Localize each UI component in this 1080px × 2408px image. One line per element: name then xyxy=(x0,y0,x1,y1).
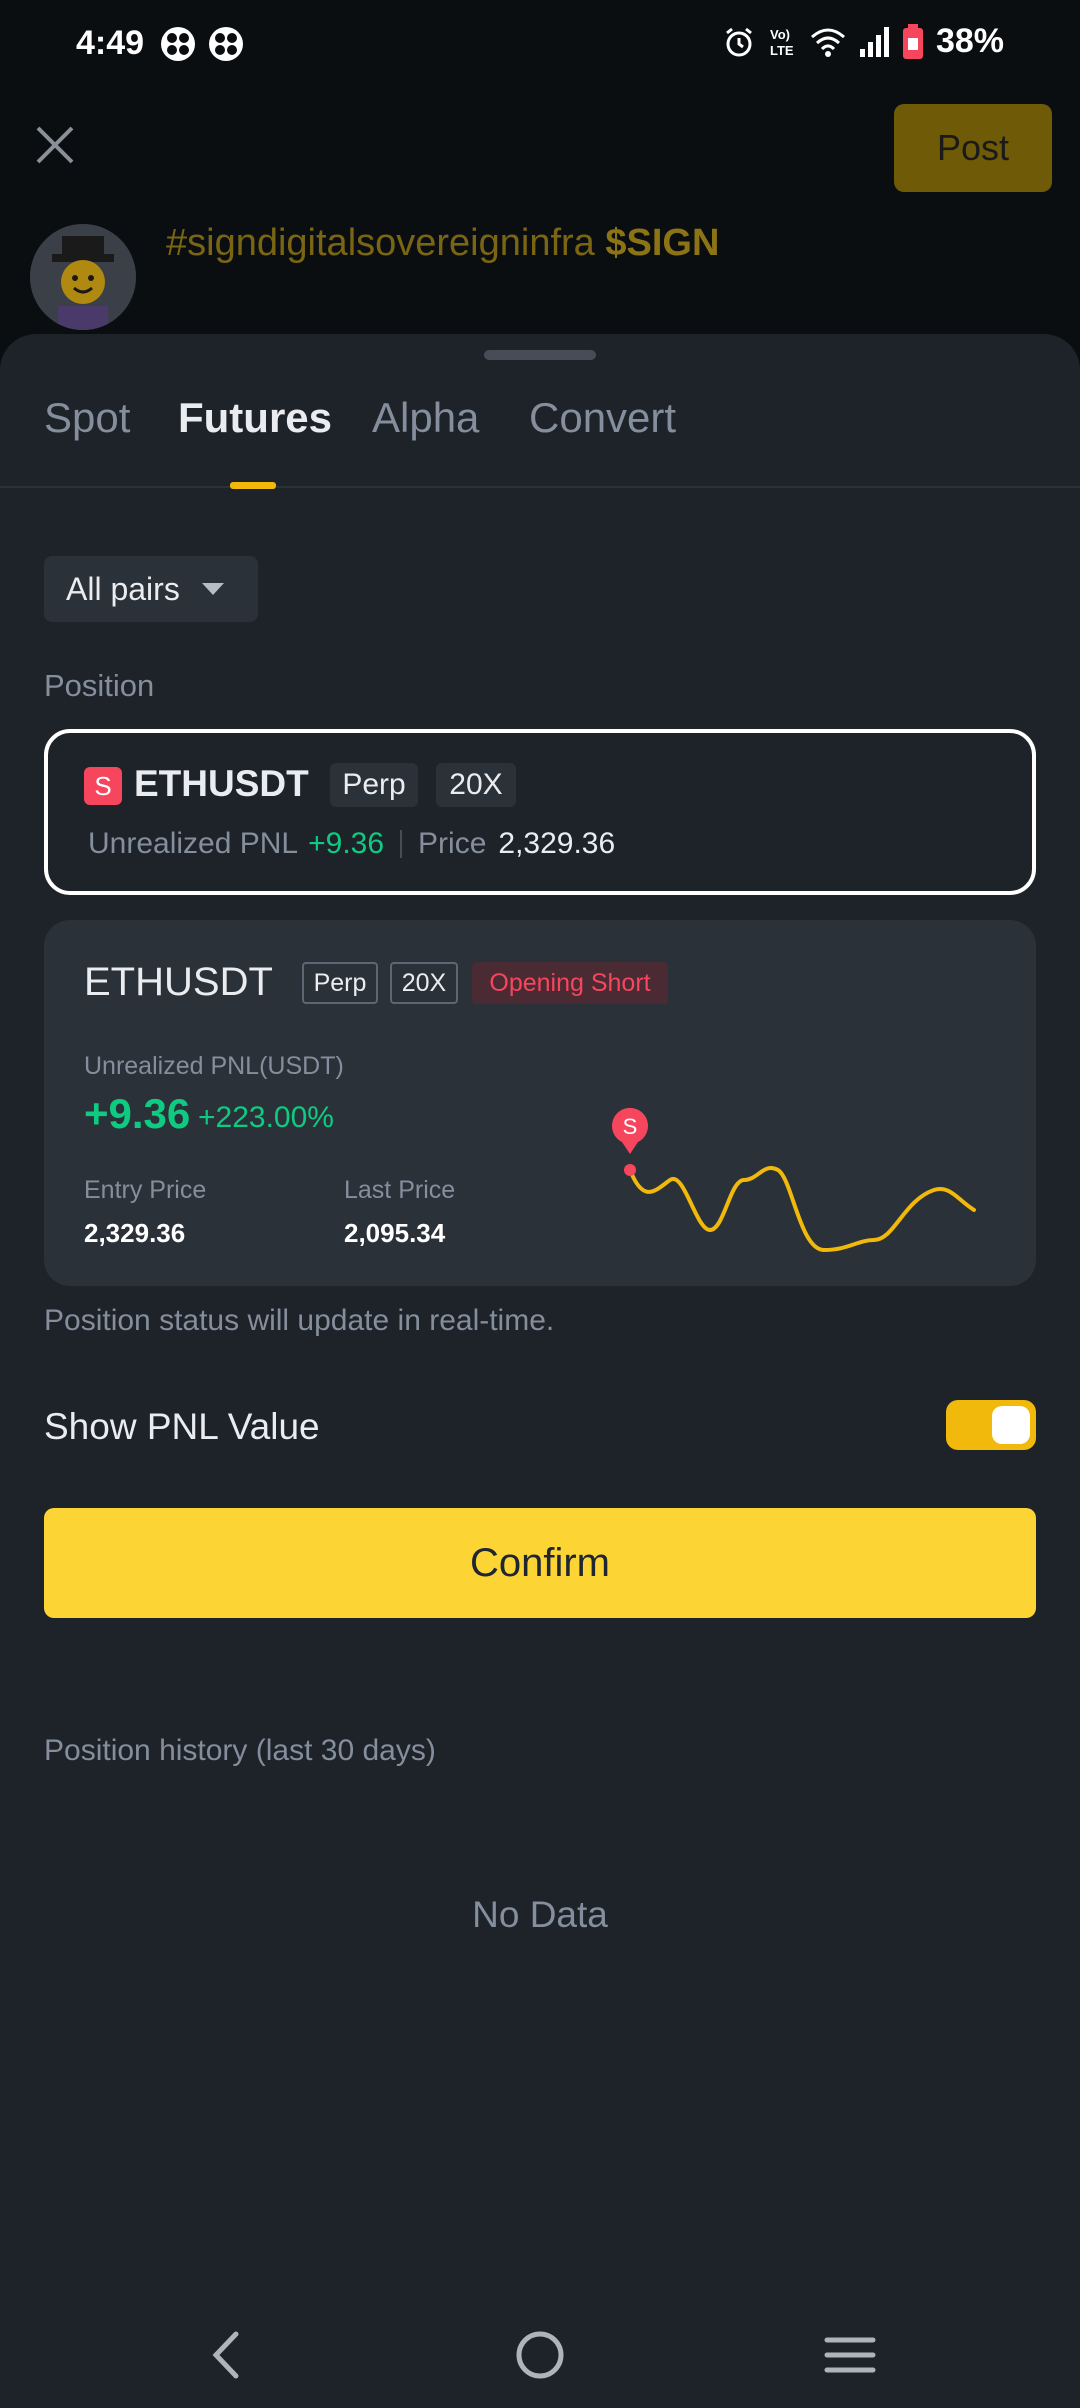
sheet-drag-handle[interactable] xyxy=(484,350,596,360)
position-summary-line: Unrealized PNL +9.36 Price 2,329.36 xyxy=(88,827,615,861)
market-tabs: Spot Futures Alpha Convert xyxy=(0,394,1080,489)
divider xyxy=(400,830,403,858)
signal-icon xyxy=(859,26,889,57)
price-label: Price xyxy=(418,827,487,860)
show-pnl-label: Show PNL Value xyxy=(44,1406,320,1447)
perp-tag: Perp xyxy=(330,763,418,807)
position-card-selected[interactable]: S ETHUSDT Perp 20X Unrealized PNL +9.36 … xyxy=(44,729,1036,895)
home-nav-icon[interactable] xyxy=(505,2320,575,2390)
preview-leverage-tag: 20X xyxy=(390,962,458,1004)
app-icon xyxy=(161,27,195,61)
no-data-text: No Data xyxy=(472,1894,608,1935)
pnl-share-preview: ETHUSDT Perp 20X Opening Short Unrealize… xyxy=(44,920,1036,1286)
caret-down-icon xyxy=(201,583,224,595)
preview-perp-tag: Perp xyxy=(302,962,378,1004)
show-pnl-toggle[interactable] xyxy=(946,1400,1036,1450)
toggle-knob xyxy=(992,1406,1030,1444)
history-label: Position history (last 30 days) xyxy=(44,1734,436,1767)
last-price-label: Last Price xyxy=(344,1176,456,1204)
position-label: Position xyxy=(44,668,155,703)
status-time: 4:49 xyxy=(76,24,145,62)
position-symbol: ETHUSDT xyxy=(134,763,309,804)
alarm-icon xyxy=(726,27,752,56)
compose-text[interactable]: #signdigitalsovereigninfra $SIGN xyxy=(166,222,719,265)
price-value: 2,329.36 xyxy=(498,827,616,860)
preview-symbol: ETHUSDT xyxy=(84,960,273,1004)
opening-short-tag: Opening Short xyxy=(472,962,668,1004)
chart-marker-s: S xyxy=(623,1114,638,1139)
tab-spot[interactable]: Spot xyxy=(44,394,130,442)
app-icon xyxy=(209,27,243,61)
leverage-tag: 20X xyxy=(436,763,516,807)
active-tab-indicator xyxy=(230,482,276,489)
pairs-filter-dropdown[interactable]: All pairs xyxy=(44,556,258,622)
confirm-button[interactable]: Confirm xyxy=(44,1508,1036,1618)
last-price-value: 2,095.34 xyxy=(344,1218,446,1248)
volte-icon: Vo) LTE xyxy=(770,27,794,58)
entry-price-value: 2,329.36 xyxy=(84,1218,186,1248)
tab-futures[interactable]: Futures xyxy=(178,394,332,442)
battery-percent: 38% xyxy=(935,22,1004,60)
status-bar: 4:49 Vo) LTE 38% xyxy=(0,0,1080,90)
pnl-label: Unrealized PNL xyxy=(88,827,299,860)
close-icon[interactable] xyxy=(30,120,80,170)
system-nav-bar xyxy=(0,2300,1080,2408)
preview-pnl-label: Unrealized PNL(USDT) xyxy=(84,1052,344,1080)
short-badge: S xyxy=(84,767,122,805)
menu-nav-icon[interactable] xyxy=(815,2320,885,2390)
entry-price-label: Entry Price xyxy=(84,1176,207,1204)
post-button[interactable]: Post xyxy=(894,104,1052,192)
preview-pnl-value: +9.36 xyxy=(84,1090,191,1137)
compose-hashtag: #signdigitalsovereigninfra xyxy=(166,222,595,264)
svg-text:LTE: LTE xyxy=(770,43,794,58)
avatar xyxy=(30,224,136,330)
tab-alpha[interactable]: Alpha xyxy=(372,394,479,442)
update-note: Position status will update in real-time… xyxy=(44,1304,555,1337)
wifi-icon xyxy=(810,28,845,57)
pairs-filter-label: All pairs xyxy=(66,570,180,607)
pnl-value: +9.36 xyxy=(308,827,385,860)
battery-icon xyxy=(902,23,923,59)
preview-pnl-percent: +223.00% xyxy=(198,1101,334,1134)
back-nav-icon[interactable] xyxy=(192,2320,262,2390)
svg-text:Vo): Vo) xyxy=(770,27,790,42)
tab-convert[interactable]: Convert xyxy=(529,394,676,442)
compose-ticker: $SIGN xyxy=(605,222,720,264)
price-sparkline: S xyxy=(612,1107,976,1253)
position-share-sheet: Spot Futures Alpha Convert All pairs Pos… xyxy=(0,334,1080,2408)
